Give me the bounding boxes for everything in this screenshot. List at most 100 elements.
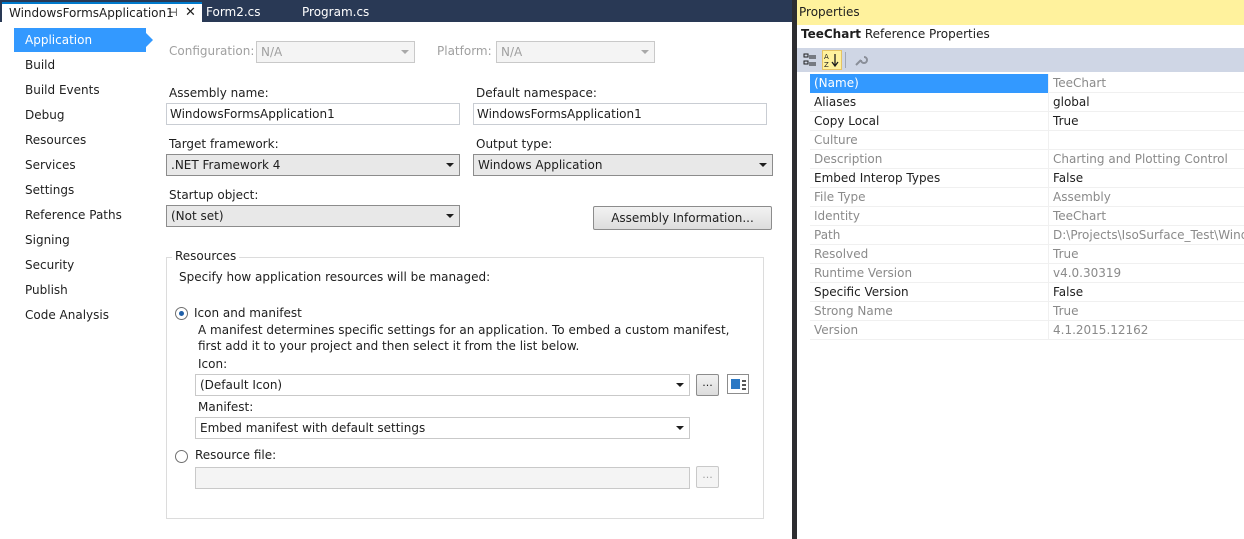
property-row[interactable]: Runtime Version v4.0.30319 [810,264,1244,283]
assembly-name-input[interactable]: WindowsFormsApplication1 [166,103,460,125]
tab-label: WindowsFormsApplication1 [9,6,174,20]
property-name: File Type [810,188,1049,207]
tab-program[interactable]: Program.cs [295,2,395,24]
sidebar-item-build[interactable]: Build [14,53,146,77]
platform-dropdown[interactable]: N/A [496,41,655,63]
icon-value: (Default Icon) [200,378,283,392]
icon-manifest-label[interactable]: Icon and manifest [194,306,302,320]
sidebar-item-services[interactable]: Services [14,153,146,177]
object-selector[interactable]: TeeChart Reference Properties [801,27,990,41]
tab-windowsformsapplication1[interactable]: WindowsFormsApplication1 ⊣ ✕ [2,2,202,24]
property-name: Culture [810,131,1049,150]
configuration-dropdown[interactable]: N/A [256,41,415,63]
property-value: TeeChart [1053,76,1107,90]
manifest-label: Manifest: [198,400,254,414]
sidebar-item-code-analysis[interactable]: Code Analysis [14,303,146,327]
sidebar-item-signing[interactable]: Signing [14,228,146,252]
icon-manifest-radio[interactable] [175,307,188,320]
property-value: True [1053,114,1079,128]
property-name: Identity [810,207,1049,226]
designer-sidebar: Application Build Build Events Debug Res… [0,24,160,539]
assembly-information-button[interactable]: Assembly Information... [593,206,772,230]
properties-toolbar: A Z [797,48,1244,72]
categorized-icon[interactable] [800,50,820,70]
sidebar-item-security[interactable]: Security [14,253,146,277]
startup-object-dropdown[interactable]: (Not set) [166,205,460,227]
chevron-down-icon [446,214,454,218]
property-name: Version [810,321,1049,340]
property-value: False [1053,285,1084,299]
target-framework-dropdown[interactable]: .NET Framework 4 [166,154,460,176]
property-row[interactable]: Strong Name True [810,302,1244,321]
property-value: Assembly [1053,190,1111,204]
property-row[interactable]: Embed Interop Types False [810,169,1244,188]
sidebar-item-debug[interactable]: Debug [14,103,146,127]
sidebar-item-settings[interactable]: Settings [14,178,146,202]
property-value: 4.1.2015.12162 [1053,323,1149,337]
property-row[interactable]: Aliases global [810,93,1244,112]
property-value: global [1053,95,1090,109]
property-value: v4.0.30319 [1053,266,1122,280]
property-row[interactable]: Specific Version False [810,283,1244,302]
configuration-value: N/A [261,45,283,59]
sidebar-item-resources[interactable]: Resources [14,128,146,152]
property-name: Strong Name [810,302,1049,321]
chevron-down-icon [676,383,684,387]
property-row[interactable]: Copy Local True [810,112,1244,131]
startup-object-value: (Not set) [171,209,224,223]
output-type-label: Output type: [476,137,553,151]
tab-form2[interactable]: Form2.cs [199,2,295,24]
property-row[interactable]: Culture [810,131,1244,150]
property-row[interactable]: Version 4.1.2015.12162 [810,321,1244,340]
startup-object-label: Startup object: [169,188,259,202]
assembly-name-label: Assembly name: [169,86,269,100]
resource-file-label[interactable]: Resource file: [195,448,276,462]
platform-value: N/A [501,45,523,59]
sidebar-item-publish[interactable]: Publish [14,278,146,302]
property-value: TeeChart [1053,209,1107,223]
default-namespace-label: Default namespace: [476,86,597,100]
chevron-down-icon [401,50,409,54]
property-value: True [1053,247,1079,261]
tab-label: Program.cs [302,5,370,19]
project-designer: Application Build Build Events Debug Res… [0,24,792,539]
sidebar-item-application[interactable]: Application [14,28,153,52]
properties-window: Properties TeeChart Reference Properties… [797,0,1244,539]
sidebar-item-build-events[interactable]: Build Events [14,78,146,102]
sidebar-item-reference-paths[interactable]: Reference Paths [14,203,146,227]
alphabetical-sort-icon[interactable]: A Z [822,50,842,70]
object-type: Reference Properties [864,27,990,41]
property-value [1050,131,1244,150]
property-value: Charting and Plotting Control [1053,152,1228,166]
property-name: Runtime Version [810,264,1049,283]
property-row[interactable]: Description Charting and Plotting Control [810,150,1244,169]
target-framework-label: Target framework: [169,137,279,151]
icon-dropdown[interactable]: (Default Icon) [195,374,690,396]
close-icon[interactable]: ✕ [185,4,196,22]
property-row[interactable]: Path D:\Projects\IsoSurface_Test\Windo [810,226,1244,245]
pin-icon[interactable]: ⊣ [168,4,178,22]
property-grid-margin [797,74,810,340]
property-row[interactable]: Resolved True [810,245,1244,264]
property-row[interactable]: (Name) TeeChart [810,74,1244,93]
chevron-down-icon [759,163,767,167]
configuration-label: Configuration: [169,44,255,58]
wrench-icon[interactable] [850,50,870,70]
property-value: D:\Projects\IsoSurface_Test\Windo [1053,228,1244,242]
property-name: Path [810,226,1049,245]
default-namespace-input[interactable]: WindowsFormsApplication1 [473,103,767,125]
manifest-dropdown[interactable]: Embed manifest with default settings [195,417,690,439]
manifest-value: Embed manifest with default settings [200,421,426,435]
resource-file-browse-button[interactable]: ... [696,466,719,488]
property-row[interactable]: Identity TeeChart [810,207,1244,226]
resources-description: Specify how application resources will b… [179,270,491,284]
resource-file-input[interactable] [195,467,690,489]
resource-file-radio[interactable] [175,450,188,463]
property-row[interactable]: File Type Assembly [810,188,1244,207]
icon-browse-button[interactable]: ... [696,374,719,396]
properties-title: Properties [797,0,1244,25]
property-value: True [1053,304,1079,318]
object-name: TeeChart [801,27,861,41]
target-framework-value: .NET Framework 4 [171,158,281,172]
output-type-dropdown[interactable]: Windows Application [473,154,773,176]
